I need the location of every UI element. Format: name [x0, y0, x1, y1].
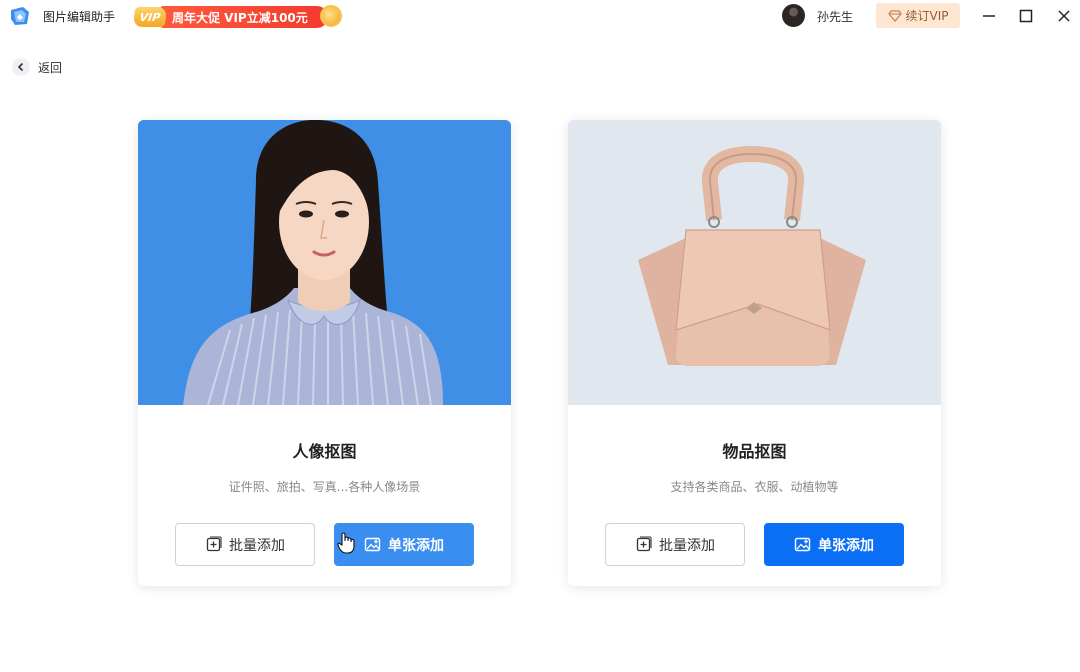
minimize-icon — [983, 15, 995, 17]
app-title: 图片编辑助手 — [43, 10, 116, 24]
card-title: 人像抠图 — [292, 442, 357, 461]
portrait-sample-image — [138, 120, 511, 405]
card-title: 物品抠图 — [722, 442, 787, 461]
object-cutout-card: 物品抠图 支持各类商品、衣服、动植物等 批量添加 单张添加 — [568, 120, 941, 586]
promo-text: 周年大促 VIP立减100元 — [160, 6, 328, 28]
renew-vip-button[interactable]: 续订VIP — [876, 3, 960, 28]
batch-add-label: 批量添加 — [229, 537, 285, 554]
image-add-icon — [364, 537, 381, 552]
hand-pointer-icon — [337, 532, 355, 554]
promo-banner[interactable]: 周年大促 VIP立减100元 VIP — [132, 2, 344, 30]
close-button[interactable] — [1054, 6, 1074, 26]
back-label: 返回 — [38, 60, 63, 75]
add-file-icon — [636, 536, 652, 552]
portrait-cutout-card: 人像抠图 证件照、旅拍、写真...各种人像场景 批量添加 单张添加 — [138, 120, 511, 586]
avatar[interactable] — [782, 4, 805, 27]
handbag-sample-image — [568, 120, 941, 405]
close-icon — [1058, 10, 1070, 22]
app-logo-icon — [11, 7, 29, 25]
diamond-icon — [887, 9, 902, 22]
promo-vip-tag: VIP — [132, 7, 168, 27]
chevron-left-icon — [12, 58, 30, 76]
single-add-label: 单张添加 — [818, 537, 874, 554]
batch-add-label: 批量添加 — [659, 537, 715, 554]
single-add-button[interactable]: 单张添加 — [334, 523, 474, 566]
renew-vip-label: 续订VIP — [905, 9, 949, 23]
coin-icon — [320, 5, 342, 27]
card-description: 支持各类商品、衣服、动植物等 — [670, 480, 839, 494]
card-description: 证件照、旅拍、写真...各种人像场景 — [228, 480, 421, 494]
maximize-button[interactable] — [1016, 6, 1036, 26]
image-add-icon — [794, 537, 811, 552]
single-add-button[interactable]: 单张添加 — [764, 523, 904, 566]
batch-add-button[interactable]: 批量添加 — [605, 523, 745, 566]
back-button[interactable]: 返回 — [12, 57, 62, 77]
minimize-button[interactable] — [979, 6, 999, 26]
single-add-label: 单张添加 — [388, 537, 444, 554]
batch-add-button[interactable]: 批量添加 — [175, 523, 315, 566]
title-bar: 图片编辑助手 周年大促 VIP立减100元 VIP 孙先生 续订VIP — [0, 0, 1080, 32]
maximize-icon — [1019, 9, 1033, 23]
add-file-icon — [206, 536, 222, 552]
username[interactable]: 孙先生 — [817, 8, 853, 25]
